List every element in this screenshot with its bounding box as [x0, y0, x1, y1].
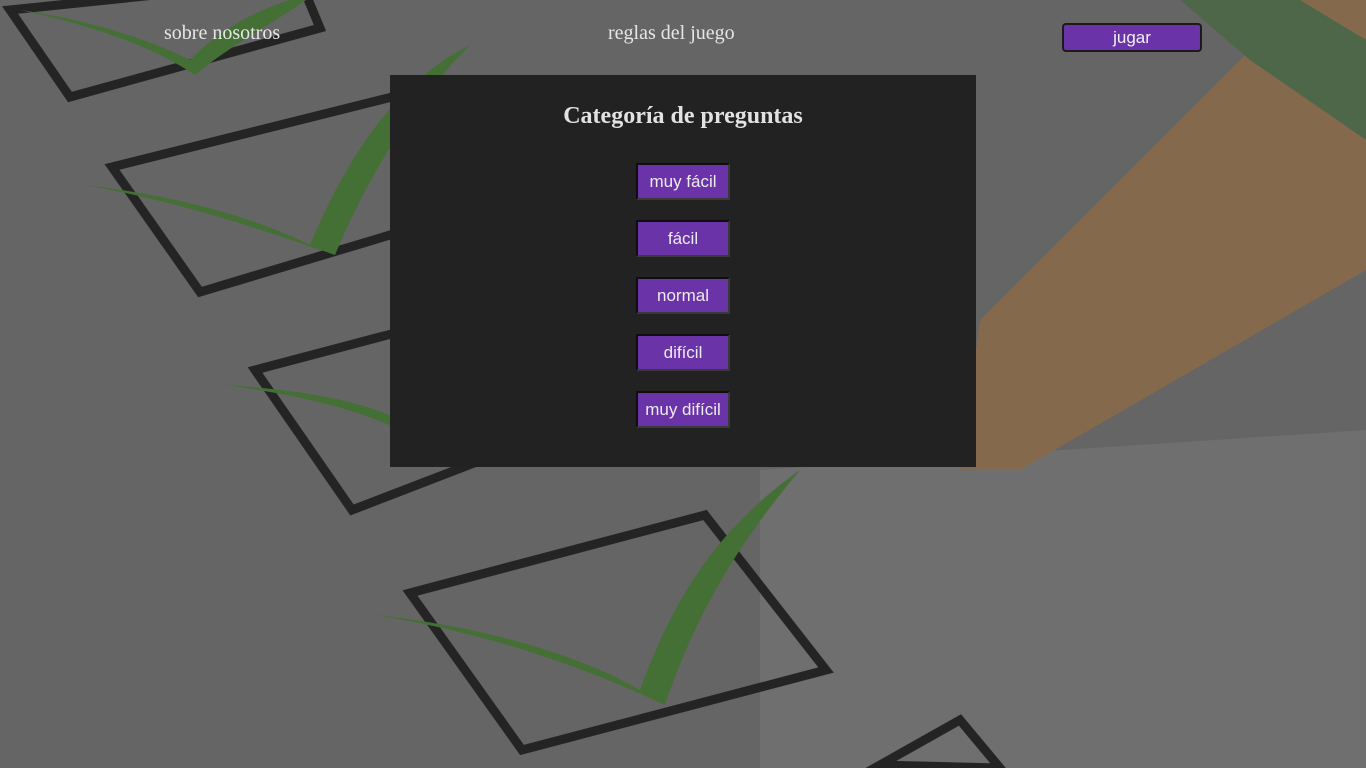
category-button-very-hard[interactable]: muy difícil: [636, 391, 730, 428]
play-button[interactable]: jugar: [1062, 23, 1202, 52]
category-button-normal[interactable]: normal: [636, 277, 730, 314]
category-button-hard[interactable]: difícil: [636, 334, 730, 371]
panel-title: Categoría de preguntas: [563, 103, 803, 129]
question-category-panel: Categoría de preguntas muy fácil fácil n…: [390, 75, 976, 467]
category-button-easy[interactable]: fácil: [636, 220, 730, 257]
category-button-very-easy[interactable]: muy fácil: [636, 163, 730, 200]
nav-link-game-rules[interactable]: reglas del juego: [608, 22, 735, 45]
nav-link-about-us[interactable]: sobre nosotros: [164, 22, 280, 45]
